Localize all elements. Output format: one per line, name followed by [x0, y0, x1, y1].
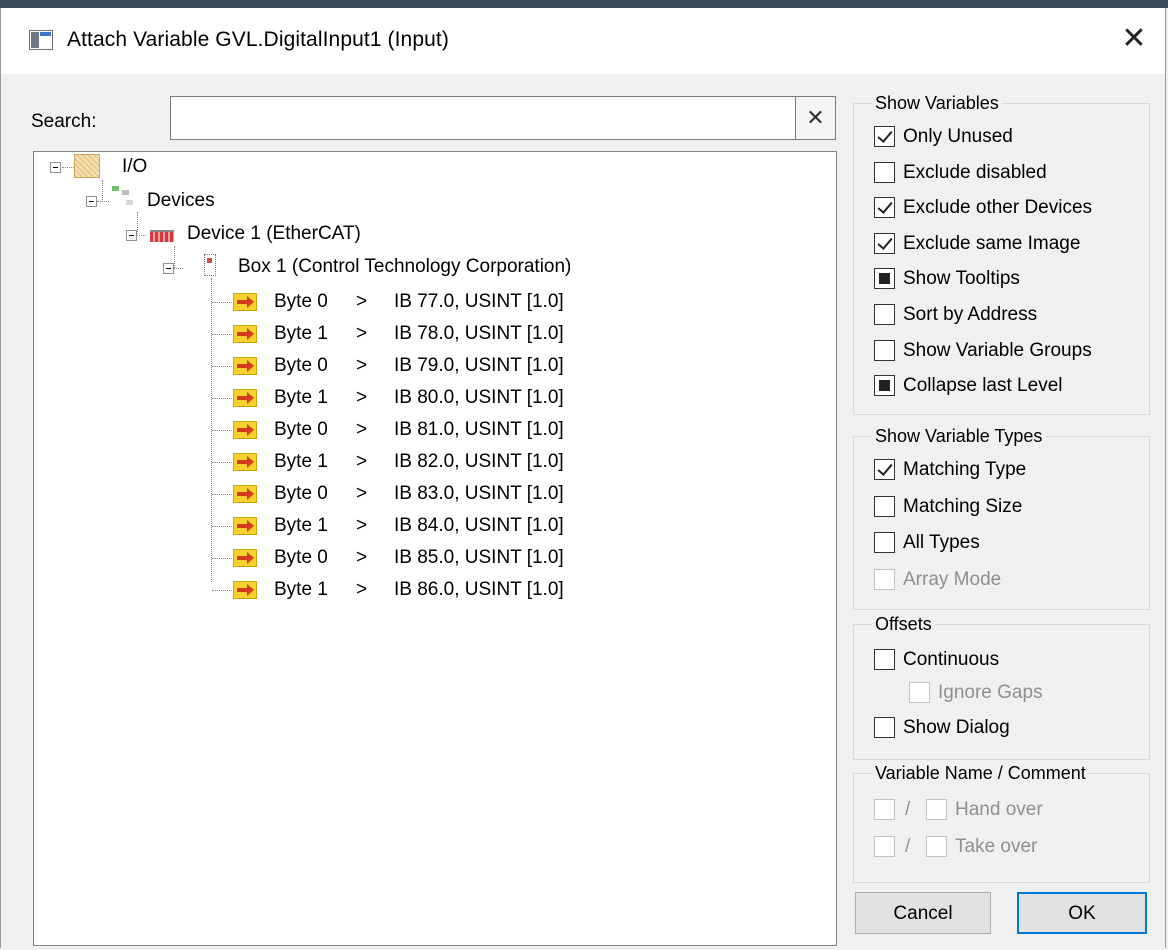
input-variable-icon: [233, 485, 257, 503]
tree-node-box[interactable]: Box 1 (Control Technology Corporation): [238, 253, 571, 281]
link-arrow: >: [356, 291, 368, 312]
tree-node-io[interactable]: I/O: [122, 153, 147, 181]
tree-connector: [212, 558, 232, 559]
tree-connector: [174, 246, 175, 268]
tree-connector: [212, 302, 232, 303]
window-icon: [29, 30, 53, 50]
io-icon: [74, 154, 100, 178]
input-variable-icon: [233, 389, 257, 407]
show-variable-types-group: Show Variable Types Matching Type Matchin…: [853, 425, 1150, 610]
show-variables-group: Show Variables Only Unused Exclude disabl…: [853, 92, 1150, 415]
link-arrow: >: [356, 355, 368, 376]
tree-connector: [212, 462, 232, 463]
link-arrow: >: [356, 419, 368, 440]
link-arrow: >: [356, 547, 368, 568]
title-bar: Attach Variable GVL.DigitalInput1 (Input…: [1, 8, 1165, 74]
input-variable-icon: [233, 453, 257, 471]
tree-connector: [97, 201, 109, 202]
link-arrow: >: [356, 323, 368, 344]
cancel-button[interactable]: Cancel: [855, 892, 991, 934]
byte-address: IB 77.0, USINT [1.0]: [394, 291, 564, 312]
byte-address: IB 82.0, USINT [1.0]: [394, 451, 564, 472]
link-arrow: >: [356, 579, 368, 600]
tree-item[interactable]: Byte 1 > IB 78.0, USINT [1.0]: [274, 320, 814, 348]
group-title: Offsets: [872, 613, 935, 635]
input-variable-icon: [233, 549, 257, 567]
separator: /: [905, 836, 911, 857]
byte-address: IB 80.0, USINT [1.0]: [394, 387, 564, 408]
tree-item[interactable]: Byte 1 > IB 80.0, USINT [1.0]: [274, 384, 814, 412]
link-arrow: >: [356, 387, 368, 408]
input-variable-icon: [233, 357, 257, 375]
tree-connector: [102, 180, 103, 202]
tree-item[interactable]: Byte 0 > IB 85.0, USINT [1.0]: [274, 544, 814, 572]
tree-item[interactable]: Byte 0 > IB 79.0, USINT [1.0]: [274, 352, 814, 380]
tree-item[interactable]: Byte 0 > IB 77.0, USINT [1.0]: [274, 288, 814, 316]
byte-address: IB 83.0, USINT [1.0]: [394, 483, 564, 504]
byte-address: IB 78.0, USINT [1.0]: [394, 323, 564, 344]
byte-address: IB 85.0, USINT [1.0]: [394, 547, 564, 568]
search-clear-button[interactable]: ✕: [796, 96, 836, 140]
byte-name: Byte 1: [274, 323, 328, 344]
search-input[interactable]: [170, 96, 796, 140]
byte-name: Byte 1: [274, 387, 328, 408]
byte-name: Byte 1: [274, 451, 328, 472]
variable-tree[interactable]: I/O Devices Device 1 (EtherCAT) Box 1 (C…: [33, 151, 837, 946]
tree-item[interactable]: Byte 1 > IB 82.0, USINT [1.0]: [274, 448, 814, 476]
variable-name-comment-group: Variable Name / Comment / Hand over / Ta…: [853, 762, 1150, 883]
link-arrow: >: [356, 483, 368, 504]
byte-address: IB 84.0, USINT [1.0]: [394, 515, 564, 536]
tree-connector: [212, 366, 232, 367]
close-icon[interactable]: ✕: [1117, 22, 1151, 56]
collapse-toggle[interactable]: [126, 230, 137, 241]
tree-connector: [212, 590, 232, 591]
byte-name: Byte 1: [274, 579, 328, 600]
tree-connector: [212, 430, 232, 431]
collapse-toggle[interactable]: [50, 162, 61, 173]
dialog-title: Attach Variable GVL.DigitalInput1 (Input…: [67, 28, 449, 51]
collapse-toggle[interactable]: [163, 263, 174, 274]
ok-button[interactable]: OK: [1017, 892, 1147, 934]
byte-name: Byte 0: [274, 483, 328, 504]
separator: /: [905, 799, 911, 820]
byte-name: Byte 0: [274, 355, 328, 376]
byte-name: Byte 0: [274, 419, 328, 440]
link-arrow: >: [356, 451, 368, 472]
tree-item[interactable]: Byte 1 > IB 86.0, USINT [1.0]: [274, 576, 814, 604]
tree-item[interactable]: Byte 0 > IB 83.0, USINT [1.0]: [274, 480, 814, 508]
ethercat-icon: [150, 230, 174, 242]
byte-name: Byte 0: [274, 547, 328, 568]
byte-address: IB 79.0, USINT [1.0]: [394, 355, 564, 376]
byte-name: Byte 1: [274, 515, 328, 536]
byte-address: IB 86.0, USINT [1.0]: [394, 579, 564, 600]
devices-icon: [110, 184, 138, 208]
tree-connector: [212, 398, 232, 399]
tree-connector: [212, 494, 232, 495]
group-title: Show Variable Types: [872, 425, 1046, 447]
tree-node-devices[interactable]: Devices: [147, 187, 215, 215]
search-label: Search:: [31, 111, 97, 132]
tree-item[interactable]: Byte 0 > IB 81.0, USINT [1.0]: [274, 416, 814, 444]
tree-connector: [212, 334, 232, 335]
input-variable-icon: [233, 325, 257, 343]
top-edge: [0, 0, 1168, 8]
byte-address: IB 81.0, USINT [1.0]: [394, 419, 564, 440]
group-title: Show Variables: [872, 92, 1002, 114]
tree-node-device[interactable]: Device 1 (EtherCAT): [187, 220, 361, 248]
attach-variable-dialog: Attach Variable GVL.DigitalInput1 (Input…: [0, 8, 1166, 948]
input-variable-icon: [233, 517, 257, 535]
tree-item[interactable]: Byte 1 > IB 84.0, USINT [1.0]: [274, 512, 814, 540]
input-variable-icon: [233, 421, 257, 439]
byte-name: Byte 0: [274, 291, 328, 312]
collapse-toggle[interactable]: [86, 196, 97, 207]
tree-connector: [212, 526, 232, 527]
input-variable-icon: [233, 293, 257, 311]
input-variable-icon: [233, 581, 257, 599]
link-arrow: >: [356, 515, 368, 536]
group-title: Variable Name / Comment: [872, 762, 1089, 784]
tree-connector: [62, 167, 74, 168]
box-icon: [204, 254, 216, 276]
tree-connector: [137, 212, 138, 234]
offsets-group: Offsets Continuous Ignore Gaps Show Dial…: [853, 613, 1150, 760]
